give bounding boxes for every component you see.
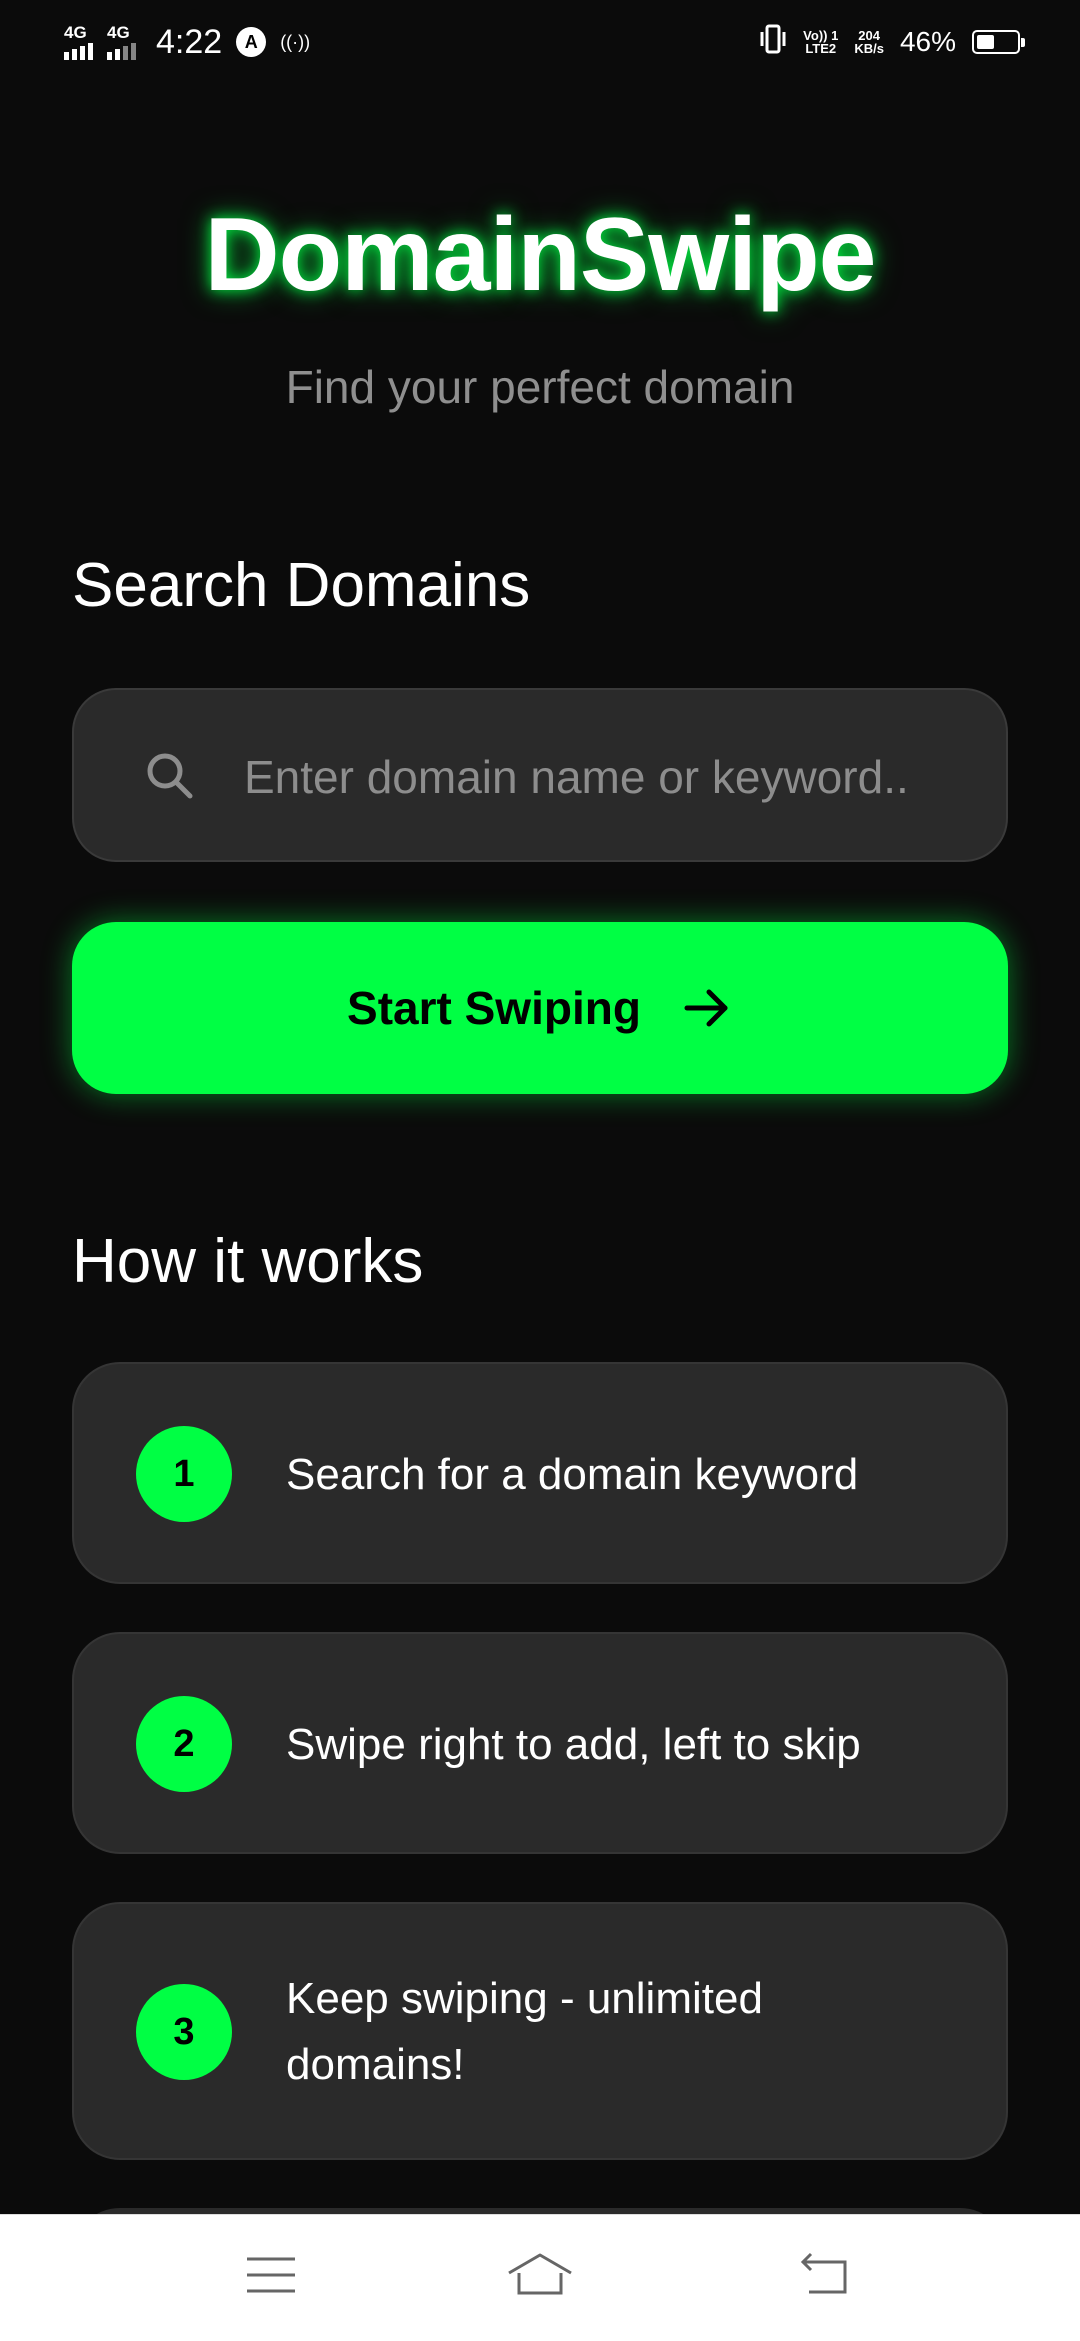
step-number-badge: 2 bbox=[136, 1696, 232, 1792]
hotspot-icon: ((·)) bbox=[280, 31, 311, 52]
step-number-badge: 1 bbox=[136, 1426, 232, 1522]
step-text: Swipe right to add, left to skip bbox=[286, 1720, 861, 1769]
app-notification-icon: A bbox=[236, 27, 267, 57]
start-swiping-button[interactable]: Start Swiping bbox=[72, 922, 1008, 1094]
step-card: 3 Keep swiping - unlimited domains! bbox=[72, 1902, 1008, 2160]
status-right: Vo)) 1 LTE2 204 KB/s 46% bbox=[759, 20, 1025, 64]
how-it-works-heading: How it works bbox=[72, 1227, 424, 1296]
back-button[interactable] bbox=[790, 2245, 860, 2305]
app-title: DomainSwipe bbox=[204, 197, 877, 313]
battery-icon bbox=[972, 30, 1025, 54]
volte-indicator: Vo)) 1 LTE2 bbox=[803, 29, 838, 55]
status-left: 4G 4G 4:22 A ((·)) bbox=[64, 20, 310, 64]
back-icon bbox=[800, 2252, 847, 2294]
lte-label: LTE2 bbox=[805, 41, 837, 56]
arrow-right-icon bbox=[684, 989, 728, 1027]
speed-unit: KB/s bbox=[854, 41, 884, 56]
search-icon bbox=[147, 753, 193, 799]
search-section-heading: Search Domains bbox=[72, 551, 531, 620]
sim1-network-label: 4G bbox=[64, 23, 87, 42]
battery-percent: 46% bbox=[899, 26, 956, 57]
home-icon bbox=[508, 2253, 572, 2295]
step-card: 2 Swipe right to add, left to skip bbox=[72, 1632, 1008, 1854]
network-speed: 204 KB/s bbox=[854, 29, 884, 55]
clock: 4:22 bbox=[156, 22, 223, 61]
step-text: Keep swiping - unlimited domains! bbox=[286, 1974, 763, 2089]
system-nav-bar bbox=[0, 2214, 1080, 2341]
home-button[interactable] bbox=[505, 2245, 575, 2305]
start-swiping-label: Start Swiping bbox=[347, 982, 641, 1034]
search-input[interactable] bbox=[244, 740, 984, 814]
app-tagline: Find your perfect domain bbox=[285, 361, 795, 413]
menu-icon bbox=[247, 2257, 295, 2293]
step-card: 1 Search for a domain keyword bbox=[72, 1362, 1008, 1584]
vibrate-icon bbox=[759, 24, 787, 61]
sim1-signal-icon: 4G bbox=[64, 24, 93, 60]
menu-button[interactable] bbox=[236, 2245, 306, 2305]
step-text: Search for a domain keyword bbox=[286, 1450, 859, 1499]
sim2-signal-icon: 4G bbox=[107, 24, 136, 60]
sim2-network-label: 4G bbox=[107, 23, 130, 42]
status-bar: 4G 4G 4:22 A ((·)) Vo)) 1 LTE2 204 KB/s … bbox=[0, 0, 1080, 84]
search-box[interactable] bbox=[72, 688, 1008, 862]
step-number-badge: 3 bbox=[136, 1984, 232, 2080]
